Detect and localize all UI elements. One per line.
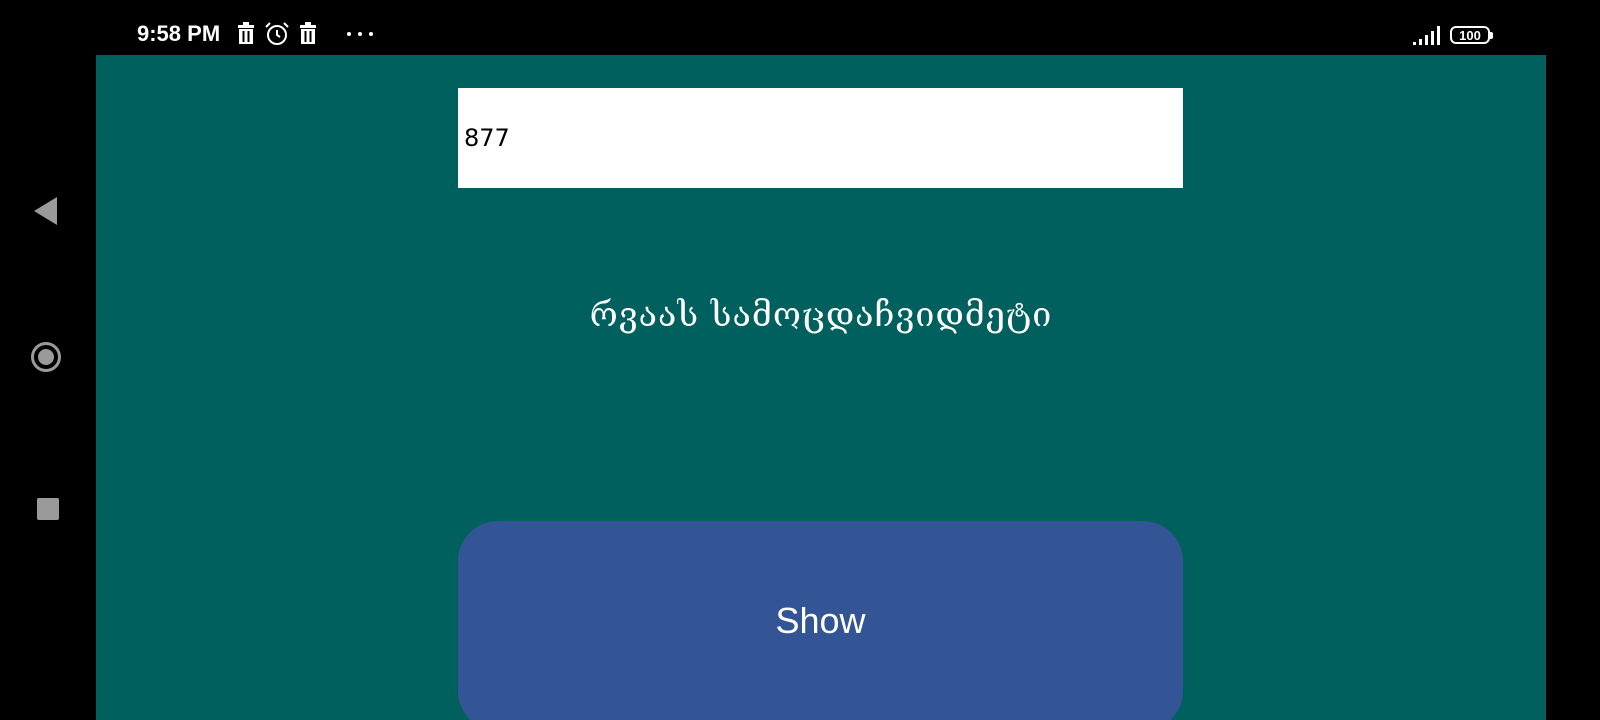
result-text: რვაას სამოცდაჩვიდმეტი: [589, 295, 1053, 335]
more-dots-icon: [347, 32, 373, 36]
alarm-clock-icon: [265, 22, 289, 45]
show-button-label: Show: [775, 600, 866, 641]
show-button[interactable]: Show: [458, 521, 1183, 720]
battery-icon: 100: [1450, 26, 1493, 44]
recents-square-icon[interactable]: [37, 498, 59, 520]
number-input[interactable]: [458, 88, 1183, 188]
status-bar: 9:58 PM 100: [96, 0, 1546, 55]
status-time: 9:58 PM: [137, 21, 221, 46]
home-circle-icon[interactable]: [31, 342, 61, 372]
notification-icons: [236, 20, 380, 48]
navigation-bar: [0, 0, 96, 720]
signal-bars-icon: [1413, 26, 1440, 45]
phone-screen: 9:58 PM 100 877 რვაას სამოცდაჩვიდმეტი Sh…: [0, 0, 1600, 720]
trash-icon: [300, 22, 316, 44]
app-content: რვაას სამოცდაჩვიდმეტი Show: [96, 55, 1546, 720]
back-triangle-icon[interactable]: [34, 197, 57, 225]
system-icons: 100: [1412, 22, 1493, 48]
trash-icon: [238, 22, 254, 44]
